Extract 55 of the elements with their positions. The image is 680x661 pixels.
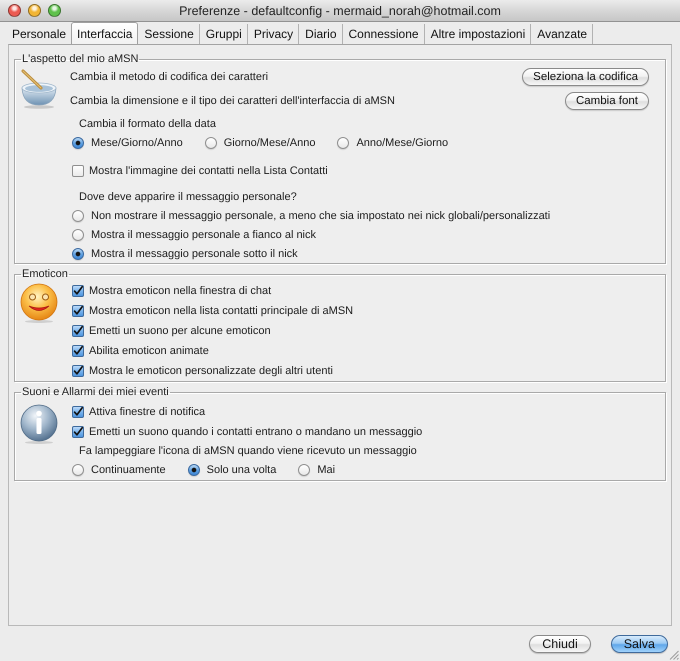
radio-button[interactable] — [72, 210, 84, 222]
info-icon — [20, 404, 58, 444]
radio-label: Mostra il messaggio personale sotto il nick — [91, 248, 298, 260]
window-title: Preferenze - defaultconfig - mermaid_norah@hotmail.com — [179, 4, 501, 18]
radio-label: Mai — [317, 464, 336, 476]
bowl-icon — [20, 69, 58, 109]
checkbox-label: Mostra emoticon nella lista contatti principale di aMSN — [89, 305, 354, 317]
radio-button[interactable] — [72, 464, 84, 476]
checkbox[interactable] — [72, 345, 84, 357]
resize-grip-icon[interactable] — [668, 649, 679, 660]
setting-button[interactable]: Seleziona la codifica — [522, 68, 649, 86]
radio-label: Giorno/Mese/Anno — [224, 137, 316, 149]
checkbox[interactable] — [72, 305, 84, 317]
checkbox[interactable] — [72, 406, 84, 418]
checkbox[interactable] — [72, 325, 84, 337]
radio-button[interactable] — [204, 137, 217, 149]
radio-label: Mese/Giorno/Anno — [91, 137, 183, 149]
radio-button[interactable] — [72, 248, 84, 260]
checkbox-label: Abilita emoticon animate — [89, 345, 209, 357]
radio-button[interactable] — [337, 137, 350, 149]
zoom-button[interactable] — [48, 4, 61, 17]
checkbox-label: Mostra emoticon nella finestra di chat — [89, 285, 272, 297]
radio-label: Continuamente — [91, 464, 166, 476]
radio-button[interactable] — [188, 464, 200, 476]
checkbox-label: Emetti un suono quando i contatti entrano o mandano un messaggio — [89, 426, 422, 438]
dialog-button[interactable]: Chiudi — [529, 634, 591, 652]
smiley-icon — [20, 283, 58, 323]
setting-button[interactable]: Cambia font — [564, 92, 649, 110]
radio-label: Mostra il messaggio personale a fianco al nick — [91, 228, 316, 240]
checkbox-label: Mostra l'immagine dei contatti nella Lista Contatti — [89, 165, 328, 177]
checkbox[interactable] — [72, 365, 84, 377]
radio-label: Non mostrare il messaggio personale, a meno che sia impostato nei nick globali/personalizzati — [91, 210, 550, 222]
checkbox-label: Mostra le emoticon personalizzate degli altri utenti — [89, 365, 333, 377]
setting-label: Cambia il metodo di codifica dei caratteri — [70, 71, 268, 83]
checkbox[interactable] — [72, 285, 84, 297]
radio-button[interactable] — [298, 464, 310, 476]
radio-label: Anno/Mese/Giorno — [356, 137, 448, 149]
group-title: L'aspetto del mio aMSN — [21, 52, 140, 66]
group-title: Suoni e Allarmi dei miei eventi — [21, 385, 170, 399]
radio-label: Solo una volta — [206, 464, 276, 476]
dialog-button[interactable]: Salva — [610, 634, 668, 652]
section-label: Cambia il formato della data — [78, 117, 216, 132]
tab[interactable]: Interfaccia — [71, 22, 138, 44]
minimize-button[interactable] — [28, 4, 41, 17]
section-label: Dove deve apparire il messaggio personale? — [78, 190, 297, 205]
section-label: Fa lampeggiare l'icona di aMSN quando viene ricevuto un messaggio — [78, 444, 417, 459]
group-title: Emoticon — [21, 267, 69, 281]
checkbox-label: Emetti un suono per alcune emoticon — [89, 325, 271, 337]
checkbox-label: Attiva finestre di notifica — [89, 406, 206, 418]
setting-label: Cambia la dimensione e il tipo dei caratteri dell'interfaccia di aMSN — [70, 95, 395, 107]
radio-button[interactable] — [72, 137, 84, 149]
checkbox[interactable] — [72, 165, 84, 177]
close-button[interactable] — [8, 4, 21, 17]
checkbox[interactable] — [72, 426, 84, 438]
radio-button[interactable] — [72, 228, 84, 240]
